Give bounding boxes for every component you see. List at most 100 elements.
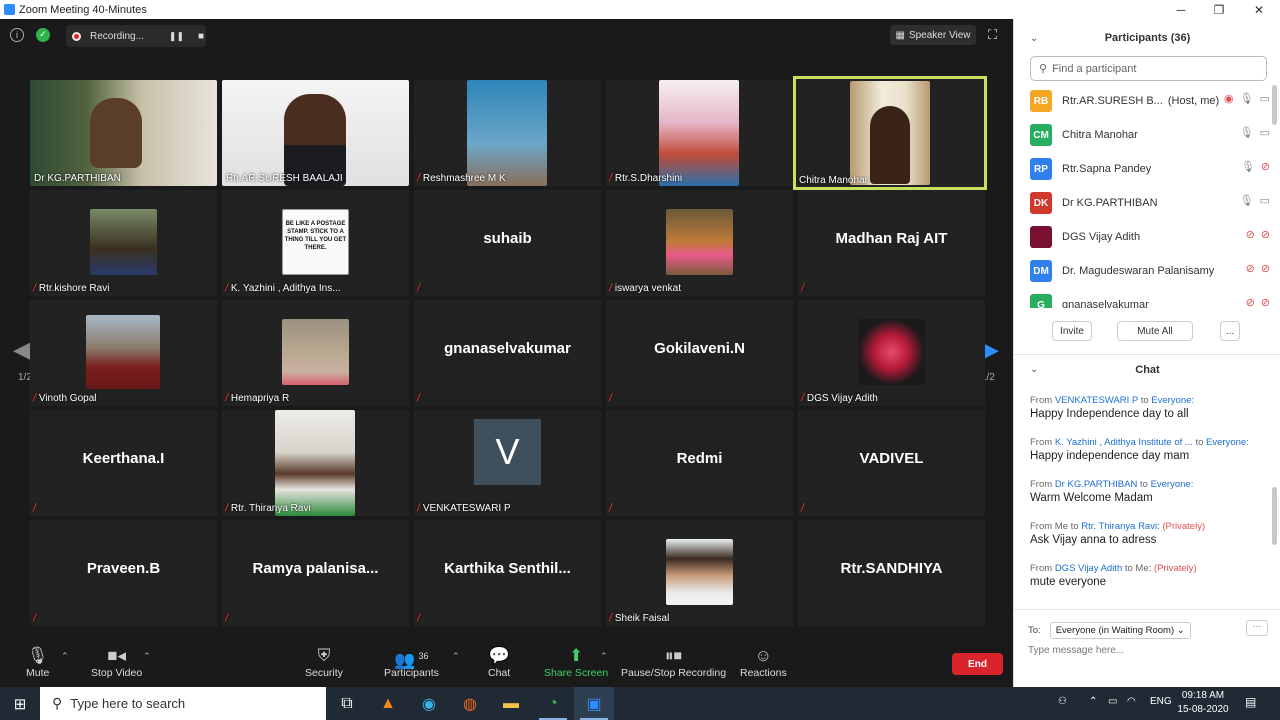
participant-row[interactable]: DM Dr. Magudeswaran Palanisamy ⊘ ⊘	[1030, 258, 1270, 284]
video-tile[interactable]: ⁄ Rtr.kishore Ravi	[30, 190, 217, 296]
video-tile[interactable]: ⁄ Reshmashree M K	[414, 80, 601, 186]
video-tile[interactable]: ⁄ iswarya venkat	[606, 190, 793, 296]
mic-icon[interactable]: 🎙	[1241, 160, 1255, 173]
muted-mic-icon: ⁄	[608, 391, 613, 405]
participant-row[interactable]: RB Rtr.AR.SURESH B... (Host, me) ◉ 🎙 ▭	[1030, 88, 1270, 114]
video-tile[interactable]: gnanaselvakumar ⁄	[414, 300, 601, 406]
vlc-icon[interactable]: ▲	[368, 687, 408, 720]
firefox-icon[interactable]: ◍	[450, 687, 490, 720]
zoom-taskbar-icon[interactable]: ▣	[574, 687, 614, 720]
video-tile-active-speaker[interactable]: Chitra Manohar	[793, 76, 987, 190]
security-button[interactable]: ⛨ Security	[305, 645, 343, 679]
show-hidden-icons-icon[interactable]: ⌃	[1089, 696, 1097, 707]
mic-off-icon[interactable]: ⊘	[1246, 228, 1255, 241]
mic-off-icon[interactable]: ⊘	[1246, 262, 1255, 275]
video-tile[interactable]: Rtr.AR.SURESH BAALAJI	[222, 80, 409, 186]
mic-icon[interactable]: 🎙	[1240, 194, 1254, 207]
pause-stop-recording-button[interactable]: ⏸⏹ Pause/Stop Recording	[621, 645, 726, 679]
camera-off-icon[interactable]: ⊘	[1261, 296, 1270, 308]
chat-meta: From K. Yazhini , Adithya Institute of .…	[1030, 437, 1249, 448]
speaker-view-button[interactable]: ▦ Speaker View	[890, 25, 976, 45]
participants-scrollbar[interactable]	[1272, 85, 1277, 125]
participant-row[interactable]: DK Dr KG.PARTHIBAN 🎙 ▭	[1030, 190, 1270, 216]
participant-row[interactable]: DGS Vijay Adith ⊘ ⊘	[1030, 224, 1270, 250]
stop-video-button[interactable]: ■◂ Stop Video	[91, 645, 142, 679]
camera-icon[interactable]: ▭	[1260, 126, 1270, 139]
camera-off-icon[interactable]: ⊘	[1261, 228, 1270, 241]
file-explorer-icon[interactable]: ▬	[491, 687, 531, 720]
video-tile[interactable]: Praveen.B ⁄	[30, 520, 217, 626]
video-tile[interactable]: ⁄ Vinoth Gopal	[30, 300, 217, 406]
share-screen-button[interactable]: ⬆ Share Screen	[544, 645, 608, 679]
video-tile[interactable]: Gokilaveni.N ⁄	[606, 300, 793, 406]
tile-name: ⁄	[609, 502, 615, 514]
video-tile[interactable]: Dr KG.PARTHIBAN	[30, 80, 217, 186]
pause-recording-icon[interactable]: ❚❚	[169, 31, 184, 42]
camera-off-icon[interactable]: ⊘	[1261, 160, 1270, 173]
participants-options-chevron-icon[interactable]: ⌃	[452, 651, 460, 662]
participant-row-partial: G gnanaselvakumar ⊘ ⊘	[1030, 290, 1270, 308]
battery-icon[interactable]: ▭	[1108, 696, 1117, 707]
camera-icon[interactable]: ▭	[1260, 194, 1270, 207]
chrome-icon[interactable]: ◔	[533, 687, 573, 720]
video-tile[interactable]: ⁄ DGS Vijay Adith	[798, 300, 985, 406]
video-tile[interactable]: ⁄ Hemapriya R	[222, 300, 409, 406]
taskbar-clock[interactable]: 09:18 AM 15-08-2020	[1173, 689, 1233, 717]
video-tile[interactable]: ⁄ Sheik Faisal	[606, 520, 793, 626]
shield-check-icon[interactable]: ✓	[36, 28, 50, 42]
stop-recording-icon[interactable]: ■	[198, 31, 204, 42]
recipient-dropdown[interactable]: Everyone (in Waiting Room) ⌄	[1049, 622, 1191, 639]
mic-icon[interactable]: 🎙	[1240, 126, 1254, 139]
people-icon[interactable]: ⚇	[1058, 696, 1067, 707]
edge-icon[interactable]: ◉	[409, 687, 449, 720]
language-indicator[interactable]: ENG	[1150, 696, 1172, 707]
task-view-icon[interactable]: ⧉	[327, 687, 367, 720]
camera-icon[interactable]: ▭	[1260, 92, 1270, 105]
mute-all-button[interactable]: Mute All	[1117, 321, 1193, 341]
chat-message-input[interactable]: Type message here...	[1028, 645, 1124, 656]
windows-start-icon[interactable]: ⊞	[0, 687, 40, 720]
maximize-button[interactable]: ❐	[1200, 0, 1238, 19]
video-tile[interactable]: Redmi ⁄	[606, 410, 793, 516]
participant-row[interactable]: RP Rtr.Sapna Pandey 🎙 ⊘	[1030, 156, 1270, 182]
mic-icon[interactable]: 🎙	[1240, 92, 1254, 105]
video-tile[interactable]: Ramya palanisa... ⁄	[222, 520, 409, 626]
invite-button[interactable]: Invite	[1052, 321, 1092, 341]
share-options-chevron-icon[interactable]: ⌃	[600, 651, 608, 662]
notifications-icon[interactable]: ▤	[1245, 695, 1256, 709]
video-tile[interactable]: Rtr.SANDHIYA	[798, 520, 985, 626]
panel-divider	[1014, 354, 1280, 355]
participants-button[interactable]: 👥 36 Participants	[384, 645, 439, 679]
mute-button[interactable]: 🎙 Mute	[26, 645, 49, 679]
video-tile[interactable]: ⁄ Rtr.S.Dharshini	[606, 80, 793, 186]
video-tile[interactable]: VADIVEL ⁄	[798, 410, 985, 516]
info-icon[interactable]: i	[10, 28, 24, 42]
video-tile[interactable]: Madhan Raj AIT ⁄	[798, 190, 985, 296]
video-tile[interactable]: V ⁄ VENKATESWARI P	[414, 410, 601, 516]
muted-mic-icon: ⁄	[800, 501, 805, 515]
more-options-button[interactable]: ...	[1220, 321, 1240, 341]
end-meeting-button[interactable]: End	[952, 653, 1003, 675]
minimize-button[interactable]: ─	[1162, 0, 1200, 19]
video-options-chevron-icon[interactable]: ⌃	[143, 651, 151, 662]
video-tile[interactable]: suhaib ⁄	[414, 190, 601, 296]
close-button[interactable]: ✕	[1240, 0, 1278, 19]
participant-row[interactable]: CM Chitra Manohar 🎙 ▭	[1030, 122, 1270, 148]
video-tile[interactable]: ⁄ Rtr. Thiranya Ravi	[222, 410, 409, 516]
chat-button[interactable]: 💬 Chat	[488, 645, 510, 679]
audio-options-chevron-icon[interactable]: ⌃	[61, 651, 69, 662]
fullscreen-icon[interactable]: ⛶	[988, 28, 1002, 42]
taskbar-search-box[interactable]: ⚲ Type here to search	[40, 687, 326, 720]
share-screen-label: Share Screen	[544, 667, 609, 679]
reactions-button[interactable]: ☺ Reactions	[740, 645, 787, 679]
video-tile[interactable]: BE LIKE A POSTAGE STAMP. STICK TO A THIN…	[222, 190, 409, 296]
chat-more-button[interactable]: ···	[1246, 620, 1268, 636]
participant-row[interactable]: G gnanaselvakumar ⊘ ⊘	[1030, 292, 1270, 308]
chat-scrollbar[interactable]	[1272, 487, 1277, 545]
video-tile[interactable]: Karthika Senthil... ⁄	[414, 520, 601, 626]
video-tile[interactable]: Keerthana.I ⁄	[30, 410, 217, 516]
wifi-icon[interactable]: ◠	[1127, 696, 1136, 707]
mic-off-icon[interactable]: ⊘	[1246, 296, 1255, 308]
camera-off-icon[interactable]: ⊘	[1261, 262, 1270, 275]
participant-search-input[interactable]: ⚲ Find a participant	[1030, 56, 1267, 81]
